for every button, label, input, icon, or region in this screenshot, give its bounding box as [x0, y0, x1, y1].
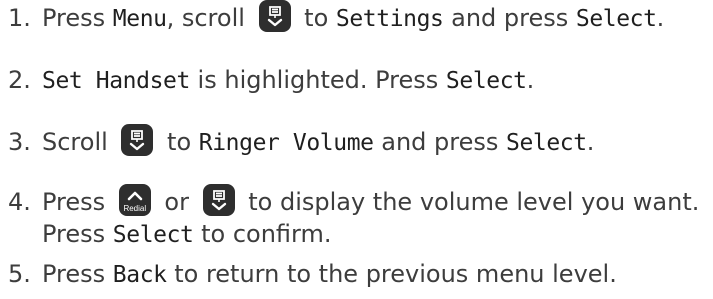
step-text: Press [42, 220, 113, 248]
step-number: 5. [8, 260, 31, 288]
redial-label: Redial [123, 204, 147, 213]
phonebook-down-scroll-icon [258, 0, 291, 32]
redial-up-icon: Redial [118, 184, 151, 216]
step-4-continuation: Press Select to confirm. [8, 218, 713, 251]
step-number: 4. [8, 188, 31, 216]
step-text: and press [443, 4, 576, 32]
display-text-select: Select [112, 222, 194, 248]
display-text-set-handset: Set Handset [42, 68, 190, 94]
step-text: Press [42, 260, 113, 288]
instruction-list: 1. Press Menu, scroll to Settings and pre… [0, 0, 713, 299]
step-text: and press [373, 128, 506, 156]
step-text: to [296, 4, 336, 32]
display-text-select: Select [575, 6, 657, 32]
step-3: 3. Scroll to Ringer Volume and press Sele… [8, 124, 713, 159]
step-text: to return to the previous menu level. [166, 260, 617, 288]
step-text: , scroll [166, 4, 253, 32]
step-4: 4. Press Redial or to display the volume … [8, 184, 713, 219]
step-text: to confirm. [193, 220, 332, 248]
display-text-menu: Menu [112, 6, 167, 32]
display-text-select: Select [506, 130, 587, 156]
step-text: . [586, 128, 595, 156]
step-text: Press [42, 188, 113, 216]
step-number: 3. [8, 128, 31, 156]
step-text: . [656, 4, 665, 32]
step-number: 2. [8, 66, 31, 94]
display-text-select: Select [445, 68, 527, 94]
step-text: Scroll [42, 128, 116, 156]
phonebook-down-scroll-icon [202, 184, 235, 216]
step-text: . [526, 66, 535, 94]
step-text: Press [42, 4, 113, 32]
step-text: or [156, 188, 197, 216]
display-text-settings: Settings [335, 6, 444, 32]
step-text: to [159, 128, 199, 156]
step-number: 1. [8, 4, 31, 32]
display-text-back: Back [112, 262, 167, 288]
display-text-ringer-volume: Ringer Volume [198, 130, 374, 156]
phonebook-down-scroll-icon [121, 124, 154, 156]
step-2: 2. Set Handset is highlighted. Press Sele… [8, 64, 713, 97]
step-1: 1. Press Menu, scroll to Settings and pre… [8, 0, 713, 35]
step-text: to display the volume level you want. [240, 188, 700, 216]
step-text: is highlighted. Press [189, 66, 446, 94]
step-5: 5. Press Back to return to the previous m… [8, 258, 713, 291]
